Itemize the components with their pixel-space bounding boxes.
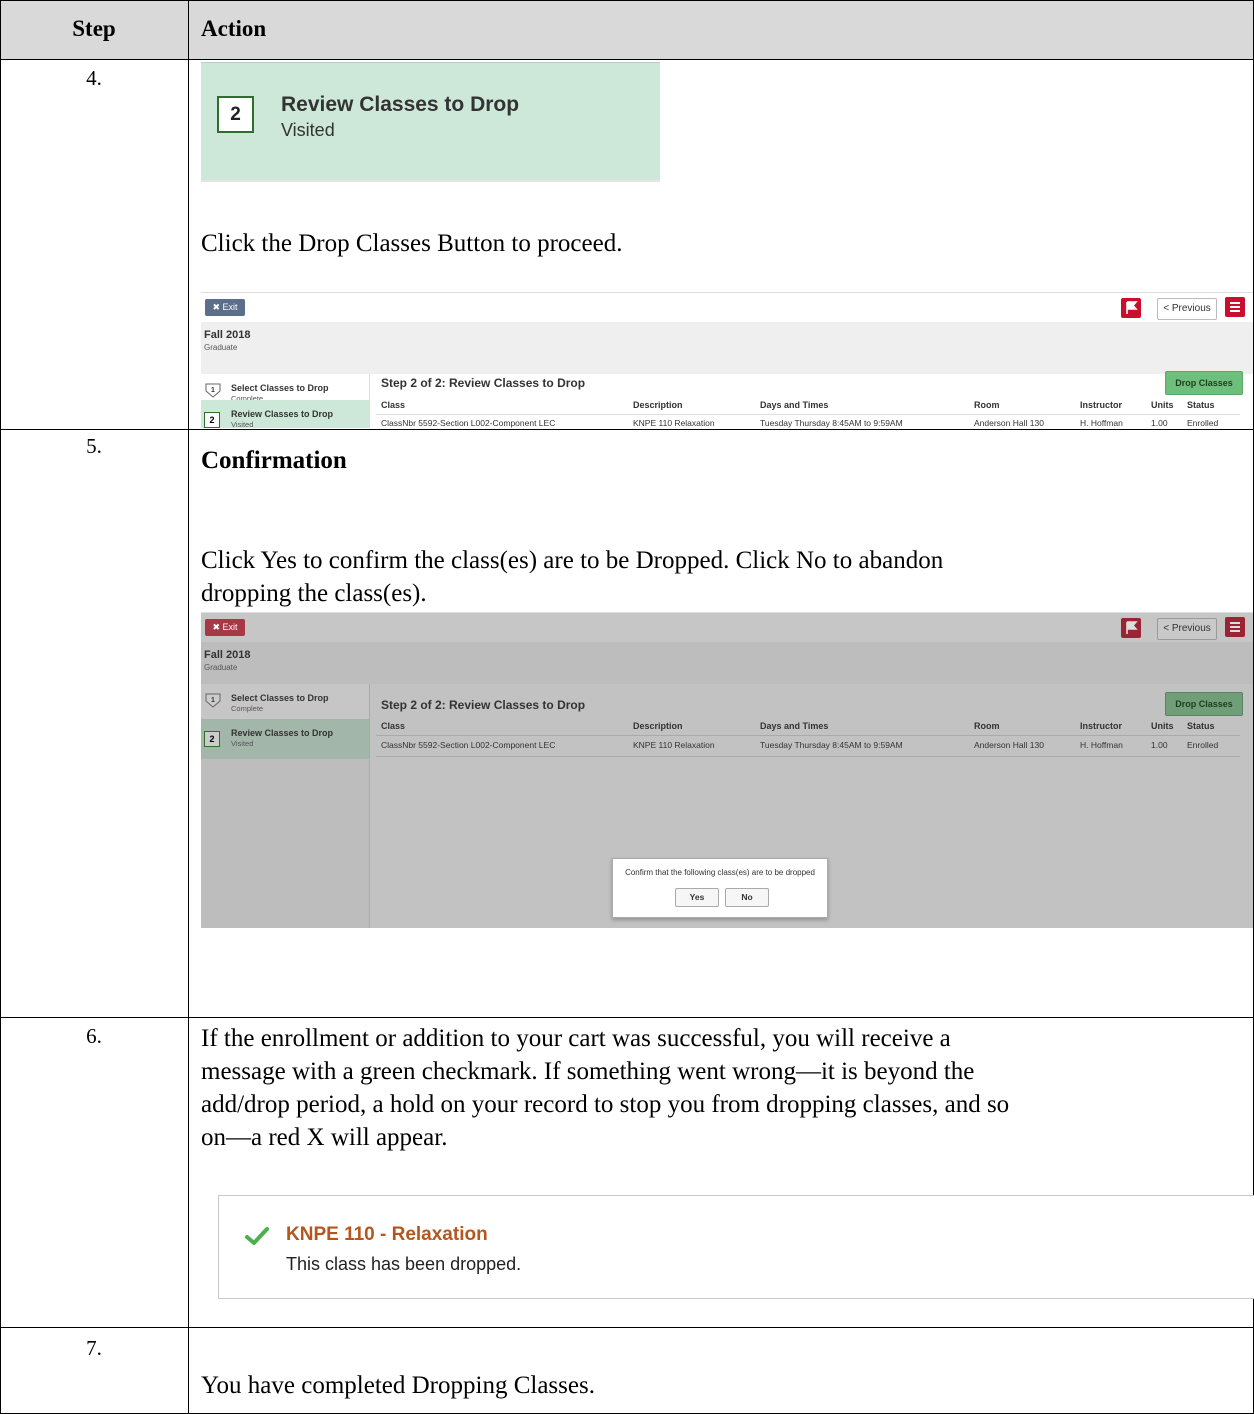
menu-icon[interactable] [1225,297,1245,317]
step-number-5: 5. [86,434,102,458]
review-screen-screenshot: ✖ Exit < Previous Fall 2018 Graduate 1 S… [201,292,1253,428]
step6-line1: If the enrollment or addition to your ca… [201,1025,951,1052]
message-title: KNPE 110 - Relaxation [286,1224,488,1245]
step4-instruction: Click the Drop Classes Button to proceed… [201,230,623,257]
step7-text: You have completed Dropping Classes. [201,1372,595,1399]
flag-icon[interactable] [1121,298,1141,318]
step-sidebar: 1 Select Classes to Drop Complete 2 Revi… [201,684,370,928]
drop-classes-button[interactable]: Drop Classes [1165,371,1243,395]
tile-title: Review Classes to Drop [281,93,520,116]
main-title: Step 2 of 2: Review Classes to Drop [381,376,586,390]
step-number-box: 2 [204,412,220,428]
review-step-tile[interactable]: 2 Review Classes to Drop Visited [201,62,660,181]
step6-line3: add/drop period, a hold on your record t… [201,1091,1010,1118]
exit-label: Exit [222,622,238,632]
col-class: Class [381,721,406,731]
drop-result-message: KNPE 110 - Relaxation This class has bee… [218,1195,1254,1299]
cell-instructor: H. Hoffman [1080,418,1123,428]
step-number-6: 6. [86,1024,102,1048]
cell-class: ClassNbr 5592-Section L002-Component LEC [381,418,556,428]
exit-button[interactable]: ✖ Exit [205,619,245,636]
no-button[interactable]: No [725,888,769,907]
col-class: Class [381,400,406,410]
step6-line2: message with a green checkmark. If somet… [201,1058,975,1085]
exit-label: Exit [222,302,238,312]
col-status: Status [1187,400,1215,410]
exit-button[interactable]: ✖ Exit [205,299,245,316]
yes-button[interactable]: Yes [675,888,719,907]
svg-text:1: 1 [211,387,215,394]
shield-icon: 1 [205,383,221,398]
cell-description: KNPE 110 Relaxation [633,740,715,750]
step-number-box: 2 [217,96,254,133]
col-units: Units [1151,400,1174,410]
cell-status: Enrolled [1187,418,1219,428]
previous-button[interactable]: < Previous [1157,298,1217,320]
sidebar-item-title: Review Classes to Drop [231,728,334,738]
term-label: Fall 2018 [204,649,251,661]
shield-icon: 1 [205,693,221,708]
step-number-box: 2 [204,731,220,747]
svg-text:1: 1 [211,697,215,704]
cell-units: 1.00 [1151,740,1168,750]
main-title: Step 2 of 2: Review Classes to Drop [381,698,586,712]
cell-units: 1.00 [1151,418,1168,428]
col-units: Units [1151,721,1174,731]
step5-instruction-line2: dropping the class(es). [201,580,427,607]
sidebar-item-title: Review Classes to Drop [231,409,334,419]
career-label: Graduate [204,343,238,352]
header-action: Action [201,16,267,41]
checkmark-icon [245,1227,269,1245]
dialog-message: Confirm that the following class(es) are… [625,868,815,877]
top-toolbar: ✖ Exit < Previous [201,612,1253,643]
step-number-4: 4. [86,66,102,90]
career-label: Graduate [204,663,238,672]
term-label: Fall 2018 [204,329,251,341]
flag-icon[interactable] [1121,618,1141,638]
confirm-dialog: Confirm that the following class(es) are… [612,858,828,918]
message-body: This class has been dropped. [286,1254,522,1274]
sidebar-item-status: Visited [231,420,254,428]
cell-status: Enrolled [1187,740,1219,750]
col-room: Room [974,400,1000,410]
sidebar-item-status: Complete [231,704,264,713]
col-days-times: Days and Times [760,400,829,410]
col-instructor: Instructor [1080,400,1123,410]
tile-divider [201,180,660,182]
term-header: Fall 2018 Graduate [201,322,1253,374]
col-room: Room [974,721,1000,731]
col-status: Status [1187,721,1215,731]
top-toolbar: ✖ Exit < Previous [201,292,1253,323]
sidebar-item-review-classes[interactable]: 2 Review Classes to Drop Visited [201,719,369,759]
cell-room: Anderson Hall 130 [974,418,1044,428]
tile-status: Visited [281,120,335,140]
cell-days-times: Tuesday Thursday 8:45AM to 9:59AM [760,740,903,750]
cell-days-times: Tuesday Thursday 8:45AM to 9:59AM [760,418,903,428]
sidebar-item-review-classes[interactable]: 2 Review Classes to Drop Visited [201,400,369,428]
step-number-7: 7. [86,1336,102,1360]
confirmation-heading: Confirmation [201,447,347,474]
sidebar-item-title: Select Classes to Drop [231,383,329,393]
step5-instruction-line1: Click Yes to confirm the class(es) are t… [201,547,944,574]
step-sidebar: 1 Select Classes to Drop Complete 2 Revi… [201,374,370,428]
step6-line4: on—a red X will appear. [201,1124,448,1151]
col-instructor: Instructor [1080,721,1123,731]
drop-classes-button[interactable]: Drop Classes [1165,692,1243,716]
previous-button[interactable]: < Previous [1157,618,1217,640]
col-description: Description [633,721,683,731]
sidebar-item-status: Visited [231,739,254,748]
col-days-times: Days and Times [760,721,829,731]
cell-instructor: H. Hoffman [1080,740,1123,750]
cell-description: KNPE 110 Relaxation [633,418,715,428]
header-step: Step [72,16,116,41]
cell-room: Anderson Hall 130 [974,740,1044,750]
col-description: Description [633,400,683,410]
sidebar-item-title: Select Classes to Drop [231,693,329,703]
menu-icon[interactable] [1225,617,1245,637]
cell-class: ClassNbr 5592-Section L002-Component LEC [381,740,556,750]
